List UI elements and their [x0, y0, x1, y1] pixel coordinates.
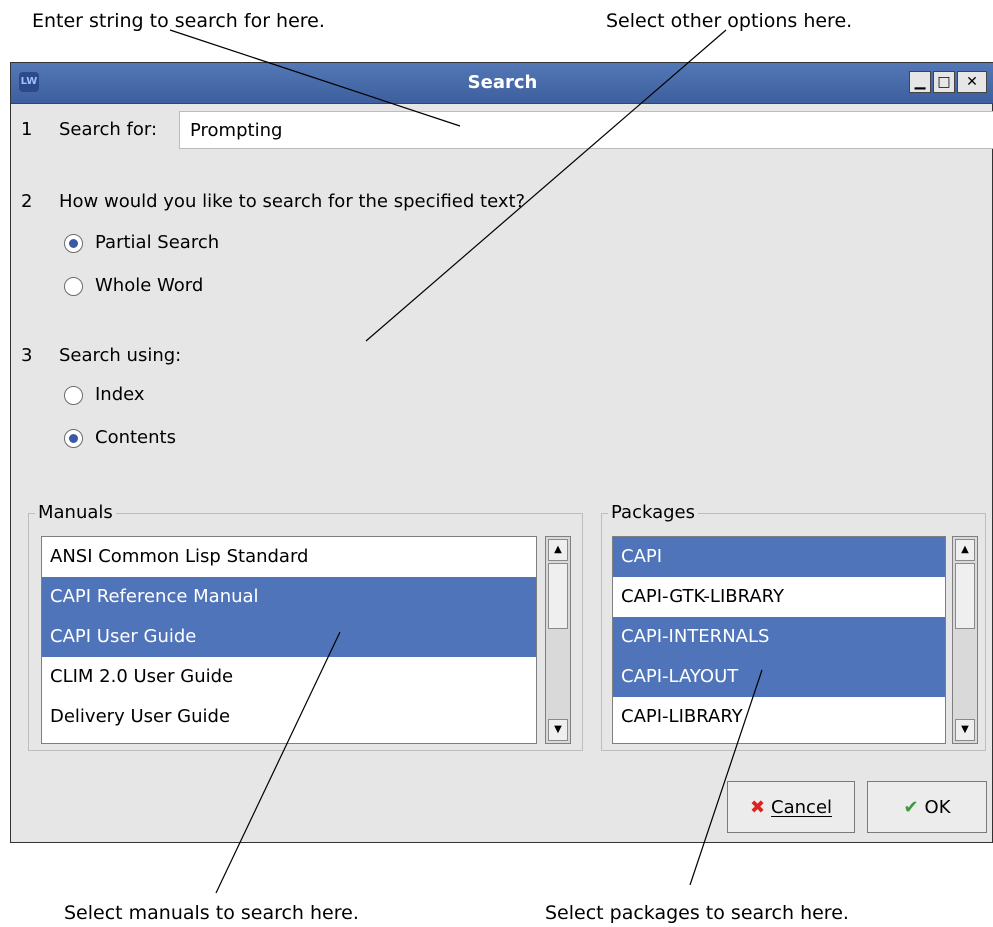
- callout-pointers: [169, 29, 763, 894]
- pointer-search-string: [169, 29, 461, 127]
- pointer-other-options: [365, 29, 727, 342]
- pointer-packages: [689, 669, 763, 886]
- pointer-manuals: [215, 631, 341, 894]
